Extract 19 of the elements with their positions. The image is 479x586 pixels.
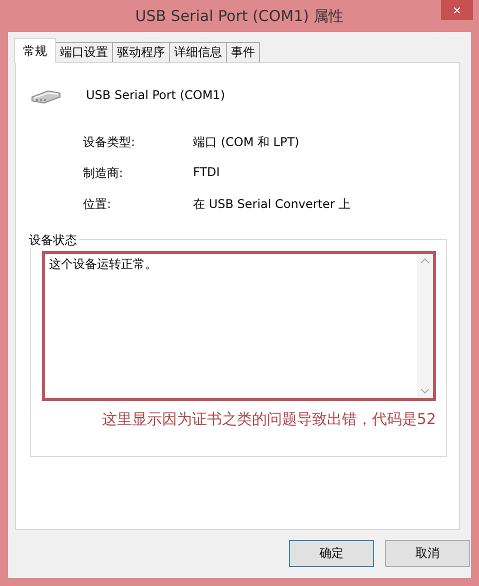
device-name: USB Serial Port (COM1) [86,88,225,102]
window-title: USB Serial Port (COM1) 属性 [135,6,344,26]
scrollbar[interactable] [417,254,433,398]
property-value: 端口 (COM 和 LPT) [193,134,300,151]
status-text-box: 这个设备运转正常。 [42,251,436,401]
property-label: 制造商: [83,165,124,182]
property-label: 设备类型: [83,134,136,151]
dialog-button[interactable]: 确定 [289,540,374,567]
scroll-up-icon[interactable] [421,258,429,263]
close-button[interactable]: × [441,0,473,20]
group-title: 设备状态 [27,232,79,249]
dialog-button[interactable]: 取消 [385,540,470,567]
property-label: 位置: [83,196,112,213]
tab[interactable]: 常规 [14,38,56,63]
annotation-text: 这里显示因为证书之类的问题导致出错，代码是52 [100,410,436,429]
tab[interactable]: 事件 [226,42,260,62]
scroll-down-icon[interactable] [421,389,429,394]
property-value: FTDI [193,165,221,181]
property-value: 在 USB Serial Converter 上 [193,196,352,213]
